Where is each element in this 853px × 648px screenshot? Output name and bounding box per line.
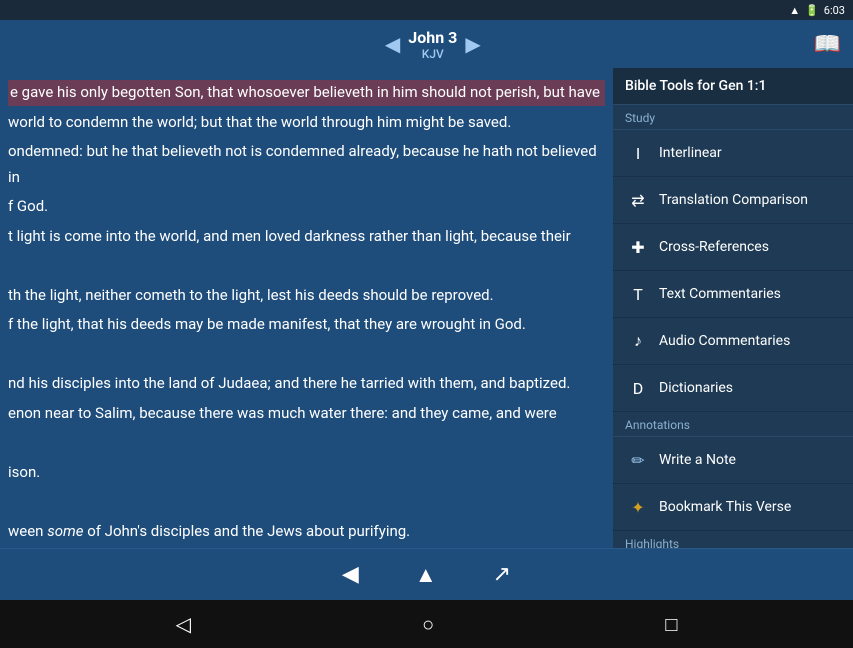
up-button[interactable]: ▲ (407, 554, 445, 596)
app-container: ◀ John 3 KJV ▶ 📖 e gave his only begotte… (0, 20, 853, 600)
book-title: John 3 (408, 28, 457, 47)
tool-interlinear[interactable]: I Interlinear (613, 130, 853, 177)
main-content: e gave his only begotten Son, that whoso… (0, 68, 853, 548)
book-info: John 3 KJV (408, 28, 457, 61)
bookmark-label: Bookmark This Verse (659, 499, 791, 515)
verse-line (8, 342, 605, 368)
verse-line: e gave his only begotten Son, that whoso… (8, 80, 605, 106)
verse-line: f God. (8, 194, 605, 220)
status-bar: ▲ 🔋 6:03 (0, 0, 853, 20)
cross-references-icon: ✚ (627, 236, 649, 258)
study-section-label: Study (613, 105, 853, 130)
dictionaries-icon: D (627, 377, 649, 399)
text-commentaries-icon: T (627, 283, 649, 305)
verse-line: nd his disciples into the land of Judaea… (8, 371, 605, 397)
verse-line: world to condemn the world; but that the… (8, 110, 605, 136)
text-commentaries-label: Text Commentaries (659, 286, 781, 302)
verse-line: ison. (8, 460, 605, 486)
tool-translation-comparison[interactable]: ⇄ Translation Comparison (613, 177, 853, 224)
book-version: KJV (408, 47, 457, 61)
tool-write-note[interactable]: ✏ Write a Note (613, 437, 853, 484)
annotations-section-label: Annotations (613, 412, 853, 437)
write-note-icon: ✏ (627, 449, 649, 471)
tool-audio-commentaries[interactable]: ♪ Audio Commentaries (613, 318, 853, 365)
time-display: 6:03 (824, 4, 845, 17)
prev-chapter-button[interactable]: ◀ (385, 32, 400, 56)
verse-line: f the light, that his deeds may be made … (8, 312, 605, 338)
tool-dictionaries[interactable]: D Dictionaries (613, 365, 853, 412)
verse-line: ondemned: but he that believeth not is c… (8, 139, 605, 190)
audio-commentaries-label: Audio Commentaries (659, 333, 790, 349)
battery-icon: 🔋 (805, 4, 819, 17)
bible-panel[interactable]: e gave his only begotten Son, that whoso… (0, 68, 613, 548)
translation-comparison-icon: ⇄ (627, 189, 649, 211)
verse-line: th the light, neither cometh to the ligh… (8, 283, 605, 309)
nav-center: ◀ John 3 KJV ▶ (385, 28, 481, 61)
verse-line (8, 430, 605, 456)
tool-bookmark[interactable]: ✦ Bookmark This Verse (613, 484, 853, 531)
back-button[interactable]: ◀ (334, 554, 367, 595)
top-nav: ◀ John 3 KJV ▶ 📖 (0, 20, 853, 68)
right-panel-header: Bible Tools for Gen 1:1 (613, 68, 853, 105)
verse-line (8, 489, 605, 515)
highlights-section-label: Highlights (613, 531, 853, 548)
verse-line (8, 253, 605, 279)
audio-commentaries-icon: ♪ (627, 330, 649, 352)
verse-line: ween some of John's disciples and the Je… (8, 519, 605, 545)
interlinear-label: Interlinear (659, 145, 722, 161)
status-icons: ▲ 🔋 6:03 (789, 4, 845, 17)
menu-icon[interactable]: 📖 (814, 32, 841, 57)
android-home-button[interactable]: ○ (402, 604, 454, 645)
translation-comparison-label: Translation Comparison (659, 192, 808, 208)
write-note-label: Write a Note (659, 452, 736, 468)
verse-line: enon near to Salim, because there was mu… (8, 401, 605, 427)
cross-references-label: Cross-References (659, 239, 769, 255)
tool-cross-references[interactable]: ✚ Cross-References (613, 224, 853, 271)
next-chapter-button[interactable]: ▶ (465, 32, 480, 56)
dictionaries-label: Dictionaries (659, 380, 733, 396)
android-nav: ◁ ○ □ (0, 600, 853, 648)
tool-text-commentaries[interactable]: T Text Commentaries (613, 271, 853, 318)
right-panel: Bible Tools for Gen 1:1 Study I Interlin… (613, 68, 853, 548)
wifi-icon: ▲ (789, 4, 800, 17)
android-recent-button[interactable]: □ (645, 604, 697, 645)
bottom-toolbar: ◀ ▲ ↗ (0, 548, 853, 600)
verse-line: t light is come into the world, and men … (8, 224, 605, 250)
bookmark-icon: ✦ (627, 496, 649, 518)
share-button[interactable]: ↗ (485, 554, 519, 595)
interlinear-icon: I (627, 142, 649, 164)
nav-right: 📖 (814, 32, 841, 57)
android-back-button[interactable]: ◁ (156, 604, 211, 644)
